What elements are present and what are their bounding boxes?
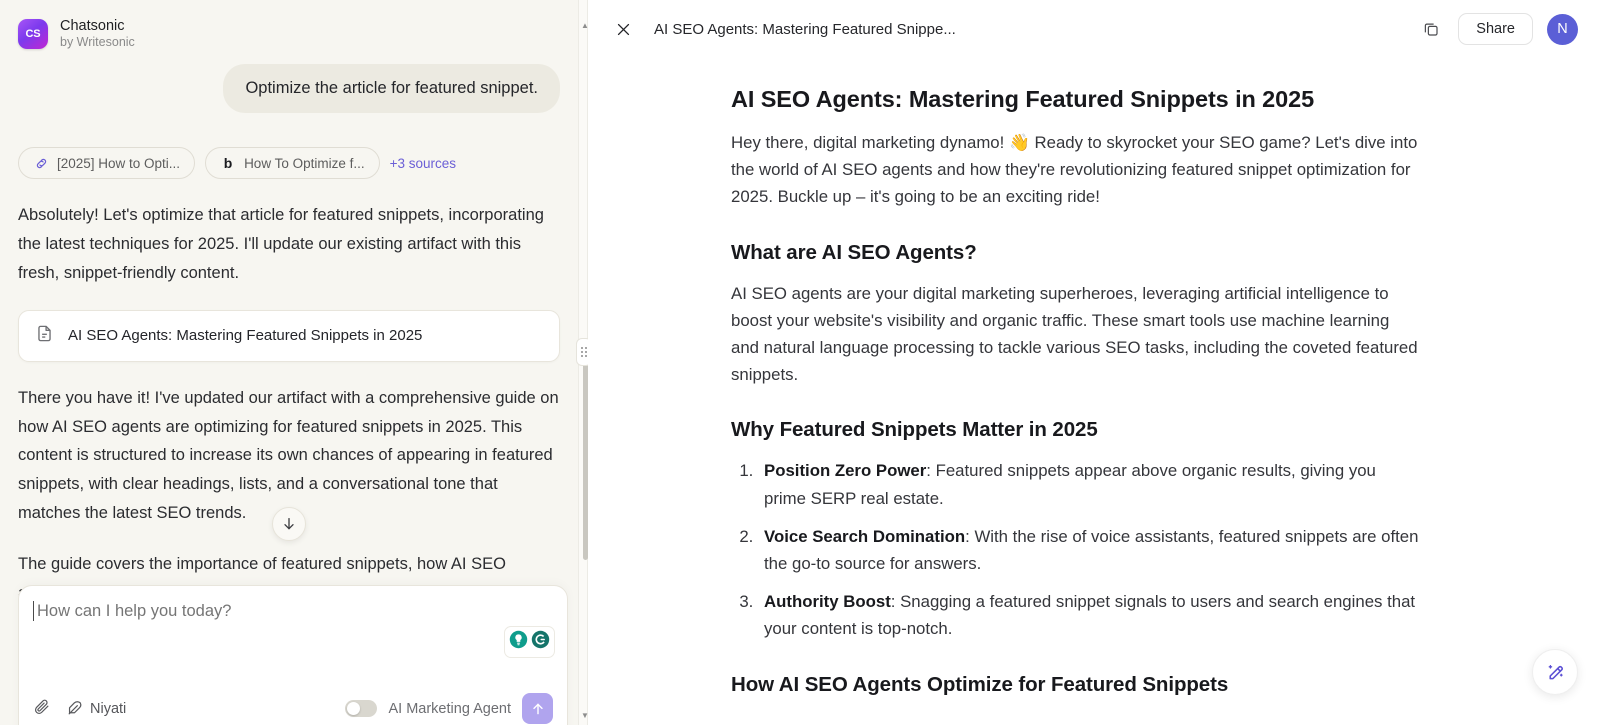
- document-header: AI SEO Agents: Mastering Featured Snippe…: [588, 0, 1600, 58]
- grammarly-suggestion-icon[interactable]: [509, 630, 528, 654]
- copy-button[interactable]: [1418, 16, 1444, 42]
- source-chip-1-label: [2025] How to Opti...: [57, 155, 181, 171]
- assistant-paragraph-1: Absolutely! Let's optimize that article …: [18, 206, 544, 282]
- document-section3-heading: How AI SEO Agents Optimize for Featured …: [731, 672, 1229, 696]
- document-section1-body: AI SEO agents are your digital marketing…: [731, 283, 1418, 385]
- artifact-card-title: AI SEO Agents: Mastering Featured Snippe…: [68, 327, 423, 345]
- list-item-term: Position Zero Power: [764, 461, 927, 481]
- logo-text: CS: [25, 28, 41, 40]
- persona-selector[interactable]: Niyati: [66, 700, 126, 717]
- document-h1: AI SEO Agents: Mastering Featured Snippe…: [731, 86, 1315, 112]
- composer: Niyati AI Marketing Agent: [18, 585, 568, 725]
- arrow-up-icon: [532, 703, 543, 714]
- grammarly-logo-icon[interactable]: [531, 630, 550, 654]
- chat-panel: CS Chatsonic by Writesonic Optimize the …: [0, 0, 578, 725]
- user-message-bubble: Optimize the article for featured snippe…: [223, 64, 560, 114]
- brand-byline: by Writesonic: [60, 35, 135, 50]
- list-item: Voice Search Domination: With the rise o…: [758, 523, 1420, 577]
- chat-input[interactable]: [37, 602, 457, 621]
- document-section1-heading: What are AI SEO Agents?: [731, 240, 977, 264]
- artifact-card[interactable]: AI SEO Agents: Mastering Featured Snippe…: [18, 309, 560, 362]
- chatsonic-app: CS Chatsonic by Writesonic Optimize the …: [0, 0, 1600, 725]
- user-message-row: Optimize the article for featured snippe…: [18, 64, 560, 114]
- document-actions: Share N: [1418, 13, 1578, 45]
- brand-name: Chatsonic: [60, 18, 125, 35]
- document-panel: AI SEO Agents: Mastering Featured Snippe…: [588, 0, 1600, 725]
- user-avatar[interactable]: N: [1547, 13, 1578, 45]
- sources-row: [2025] How to Opti... b How To Optimize …: [18, 147, 560, 180]
- link-chain-icon: [33, 155, 49, 171]
- close-icon: [617, 23, 629, 35]
- list-item-term: Voice Search Domination: [764, 526, 966, 546]
- send-button[interactable]: [522, 693, 553, 724]
- ai-edit-floating-button[interactable]: [1532, 649, 1578, 695]
- text-caret: [33, 601, 34, 621]
- scrollbar-up-arrow[interactable]: ▲: [581, 22, 589, 30]
- composer-box: Niyati AI Marketing Agent: [18, 585, 568, 725]
- grammarly-widget[interactable]: [504, 626, 555, 658]
- scrollbar-down-arrow[interactable]: ▼: [581, 712, 589, 720]
- source-chip-1[interactable]: [2025] How to Opti...: [18, 147, 196, 180]
- chat-header: CS Chatsonic by Writesonic: [0, 0, 578, 54]
- document-section2-list: Position Zero Power: Featured snippets a…: [731, 457, 1420, 642]
- close-artifact-button[interactable]: [610, 16, 636, 42]
- ai-marketing-agent-label: AI Marketing Agent: [388, 700, 511, 717]
- document-body[interactable]: AI SEO Agents: Mastering Featured Snippe…: [588, 58, 1600, 725]
- grip-dots-icon: [581, 347, 587, 357]
- magic-pencil-icon: [1548, 664, 1563, 679]
- brand-text: Chatsonic by Writesonic: [60, 18, 135, 49]
- share-button[interactable]: Share: [1458, 13, 1533, 45]
- document-section2-heading: Why Featured Snippets Matter in 2025: [731, 418, 1098, 442]
- panel-divider[interactable]: ▲ ▼: [576, 0, 592, 725]
- backlinko-b-icon: b: [223, 155, 233, 172]
- composer-footer: Niyati AI Marketing Agent: [19, 693, 567, 724]
- more-sources-link[interactable]: +3 sources: [390, 156, 456, 171]
- document-title: AI SEO Agents: Mastering Featured Snippe…: [654, 20, 956, 38]
- scroll-to-bottom-button[interactable]: [272, 507, 306, 541]
- arrow-down-icon: [284, 518, 294, 530]
- document-icon: [35, 324, 54, 348]
- attach-file-icon[interactable]: [33, 698, 50, 720]
- copy-icon: [1425, 23, 1438, 36]
- feather-icon: [68, 701, 82, 715]
- source-chip-2-label: How To Optimize f...: [244, 155, 365, 171]
- list-item-term: Authority Boost: [764, 592, 891, 612]
- persona-name: Niyati: [90, 700, 127, 717]
- composer-left-actions: Niyati: [33, 698, 126, 720]
- document-intro: Hey there, digital marketing dynamo! 👋 R…: [731, 133, 1418, 207]
- toggle-knob: [347, 702, 361, 715]
- source-chip-2[interactable]: b How To Optimize f...: [205, 147, 380, 180]
- composer-right-actions: AI Marketing Agent: [345, 693, 553, 724]
- list-item: Authority Boost: Snagging a featured sni…: [758, 588, 1420, 642]
- list-item: Position Zero Power: Featured snippets a…: [758, 457, 1420, 511]
- chatsonic-logo-icon: CS: [18, 19, 48, 49]
- ai-marketing-agent-toggle[interactable]: [345, 700, 378, 717]
